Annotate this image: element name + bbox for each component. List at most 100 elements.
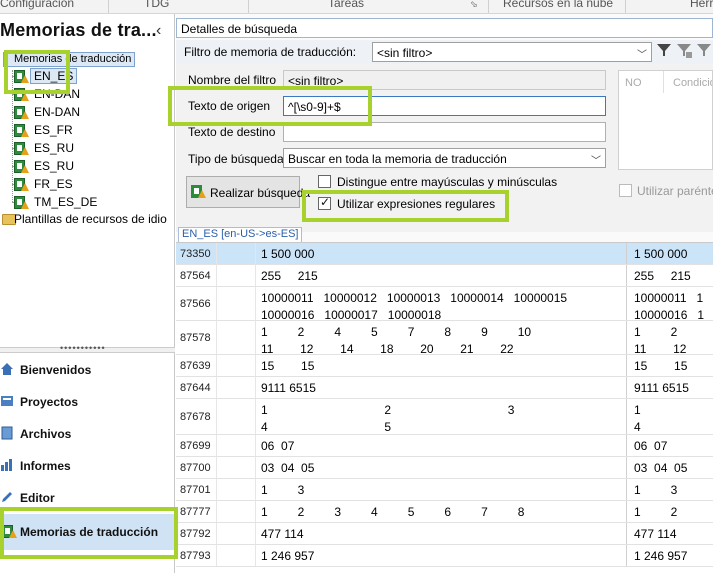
nav-editor[interactable]: Editor: [0, 482, 175, 514]
table-row[interactable]: 87700 03 04 05 03 04 05: [176, 457, 713, 479]
segment-id: 87701: [180, 484, 211, 496]
table-row[interactable]: 87793 1 246 957 1 246 957: [176, 545, 713, 567]
search-type-select[interactable]: Buscar en toda la memoria de traducción …: [283, 148, 606, 168]
ribbon-tab-herramientas[interactable]: Herr: [690, 0, 713, 10]
target-segment: 1 246 957: [634, 549, 688, 563]
results-grid[interactable]: 73350 1 500 000 1 500 000 87564 255 215 255 2…: [176, 242, 713, 573]
grid-header-no: NO: [625, 77, 642, 89]
tree-item-label: FR_ES: [34, 177, 73, 191]
filter-add-icon[interactable]: [676, 42, 692, 58]
source-segment: 477 114: [261, 527, 304, 541]
ribbon-separator: [248, 0, 249, 13]
row-gutter: [216, 435, 256, 456]
target-segment: 1 500 000: [634, 247, 688, 261]
table-row[interactable]: 87566 10000011 10000012 10000013 10000014…: [176, 287, 713, 322]
segment-id: 87578: [180, 332, 211, 344]
nav-proyectos[interactable]: Proyectos: [0, 386, 175, 418]
source-text-input[interactable]: ^[\s0-9]+$: [283, 96, 606, 116]
tree-root-memorias[interactable]: Memorias de traducción: [3, 52, 136, 67]
translation-memory-icon: [14, 178, 29, 191]
filter-icon[interactable]: [656, 42, 672, 58]
target-segment: 1 4: [634, 403, 641, 434]
tm-filter-select[interactable]: <sin filtro> ﹀: [372, 42, 652, 62]
filter-remove-icon[interactable]: [696, 42, 712, 58]
translation-memory-icon: [2, 525, 17, 538]
panel-header: Detalles de búsqueda: [176, 18, 713, 38]
translation-memory-icon: [14, 106, 29, 119]
pane-splitter[interactable]: •••••••••••: [0, 343, 175, 353]
translation-memory-icon: [14, 88, 29, 101]
row-gutter: [216, 377, 256, 398]
use-parentheses-checkbox[interactable]: [619, 184, 632, 197]
translation-memory-icon: [14, 160, 29, 173]
segment-id: 87644: [180, 382, 211, 394]
segment-id: 87700: [180, 462, 211, 474]
conditions-grid[interactable]: NO Condicio: [618, 70, 713, 170]
ribbon-tabs: Configuración TDG Tareas ⬂ Recursos en l…: [0, 0, 713, 14]
row-gutter: [216, 457, 256, 478]
tree-item-label: ES_FR: [34, 123, 73, 137]
projects-icon: [1, 396, 13, 406]
segment-id: 87792: [180, 528, 211, 540]
nav-memorias[interactable]: Memorias de traducción: [0, 514, 175, 550]
row-gutter: [216, 501, 256, 522]
segment-id: 87777: [180, 506, 211, 518]
column-divider: [626, 457, 627, 478]
nav-label: Archivos: [20, 427, 72, 441]
translation-memory-icon: [14, 70, 29, 83]
target-segment: 255 215: [634, 269, 691, 283]
regex-checkbox[interactable]: [318, 195, 331, 210]
table-row[interactable]: 87639 15 15 15 15: [176, 355, 713, 377]
segment-id: 87793: [180, 550, 211, 562]
table-row[interactable]: 87564 255 215 255 215: [176, 265, 713, 287]
table-row[interactable]: 87777 1 2 3 4 5 6 7 8 1 2: [176, 501, 713, 523]
source-segment: 1 500 000: [261, 247, 315, 261]
row-gutter: [216, 321, 256, 354]
tree-item-label: ES_RU: [34, 159, 75, 173]
nav-informes[interactable]: Informes: [0, 450, 175, 482]
table-row[interactable]: 73350 1 500 000 1 500 000: [176, 243, 713, 265]
panel-title: Detalles de búsqueda: [181, 22, 298, 36]
filter-name-field: <sin filtro>: [283, 70, 606, 90]
ribbon-tab-tareas[interactable]: Tareas: [328, 0, 364, 10]
column-divider: [626, 243, 627, 264]
source-text-value: ^[\s0-9]+$: [288, 100, 341, 114]
filter-label: Filtro de memoria de traducción:: [184, 45, 357, 59]
ribbon-tab-recursos-nube[interactable]: Recursos en la nube: [503, 0, 613, 10]
case-sensitive-checkbox[interactable]: [318, 175, 331, 188]
segment-id: 87639: [180, 360, 211, 372]
perform-search-button[interactable]: Realizar búsqueda: [186, 176, 310, 208]
ribbon-tab-tdg[interactable]: TDG: [144, 0, 169, 10]
dialog-launcher-icon[interactable]: ⬂: [470, 0, 478, 10]
row-gutter: [216, 523, 256, 544]
results-tab[interactable]: EN_ES [en-US->es-ES]: [178, 227, 303, 242]
table-row[interactable]: 87578 1 2 4 5 7 8 9 10 11 12 14 18 20 21 …: [176, 321, 713, 356]
nav-bienvenidos[interactable]: Bienvenidos: [0, 354, 175, 386]
nav-label: Memorias de traducción: [20, 525, 159, 539]
column-divider: [626, 545, 627, 566]
table-row[interactable]: 87644 9111 6515 9111 6515: [176, 377, 713, 399]
target-segment: 06 07: [634, 439, 668, 453]
table-row[interactable]: 87792 477 114 477 114: [176, 523, 713, 545]
target-text-input[interactable]: [283, 122, 606, 142]
table-row[interactable]: 87678 1 2 3 4 5 1 4: [176, 399, 713, 435]
row-gutter: [216, 479, 256, 500]
segment-id: 87566: [180, 298, 211, 310]
source-text-label: Texto de origen: [188, 99, 271, 113]
table-row[interactable]: 87701 1 3 1 3: [176, 479, 713, 501]
nav-archivos[interactable]: Archivos: [0, 418, 175, 450]
table-row[interactable]: 87699 06 07 06 07: [176, 435, 713, 457]
chevron-down-icon: ﹀: [591, 156, 601, 167]
nav-label: Bienvenidos: [20, 363, 92, 377]
chevron-left-icon[interactable]: ‹: [156, 22, 161, 40]
tree-item-templates[interactable]: Plantillas de recursos de idio: [14, 212, 167, 226]
segment-id: 87699: [180, 440, 211, 452]
tree-item-label: ES_RU: [34, 141, 75, 155]
column-divider: [626, 321, 627, 354]
ribbon-separator: [625, 0, 626, 13]
results-tab-label: EN_ES [en-US->es-ES]: [182, 228, 299, 240]
source-segment: 10000011 10000012 10000013 10000014 1000…: [261, 291, 568, 322]
target-segment: 9111 6515: [634, 381, 689, 395]
regex-label: Utilizar expresiones regulares: [337, 197, 496, 211]
ribbon-tab-configuracion[interactable]: Configuración: [0, 0, 74, 10]
